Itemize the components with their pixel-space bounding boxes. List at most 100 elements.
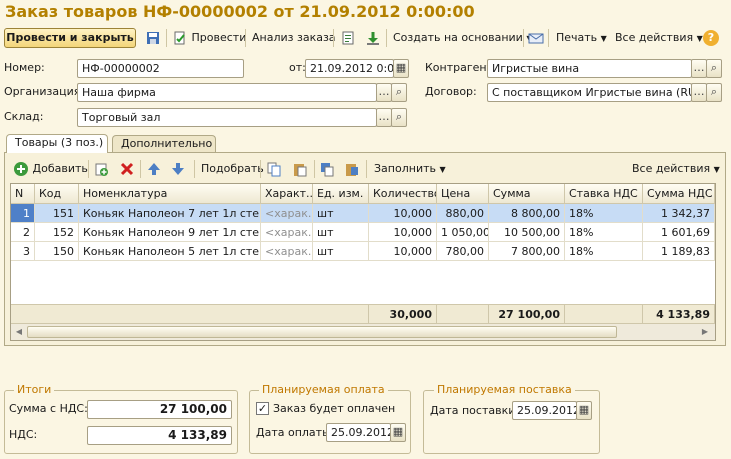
add-button-label: Добавить [32, 162, 88, 175]
fill-menu[interactable]: Заполнить ▼ [374, 159, 446, 179]
add-icon [14, 162, 28, 176]
col-header-item[interactable]: Номенклатура [79, 184, 261, 204]
report-icon[interactable] [340, 28, 356, 48]
cell-code: 150 [35, 242, 79, 261]
calendar-icon[interactable]: ▦ [576, 401, 592, 420]
add-button[interactable]: Добавить [13, 159, 88, 179]
contract-field[interactable]: С поставщиком Игристые вина (RUB), [487, 83, 692, 102]
delete-icon[interactable] [119, 159, 135, 179]
print-menu[interactable]: Печать ▼ [556, 28, 607, 48]
open-search-icon[interactable]: ⌕ [706, 59, 722, 78]
col-header-quantity[interactable]: Количество [369, 184, 437, 204]
organization-label: Организация: [4, 85, 85, 98]
paste-from-icon[interactable] [344, 159, 360, 179]
table-footer-blank [437, 304, 489, 323]
delivery-date-label: Дата поставки: [430, 404, 520, 417]
order-analysis-button[interactable]: Анализ заказа [252, 28, 336, 48]
tab-goods[interactable]: Товары (3 поз.) [6, 134, 108, 153]
scroll-right-icon[interactable]: ▶ [699, 326, 711, 338]
cell-vat-sum: 1 189,83 [643, 242, 715, 261]
date-field[interactable]: 21.09.2012 0:00:00 [305, 59, 394, 78]
fill-label: Заполнить [374, 162, 436, 175]
email-icon[interactable] [528, 28, 544, 48]
cell-characteristic: <харак... [261, 204, 313, 223]
select-ellipsis-icon[interactable]: … [691, 83, 707, 102]
paid-checkbox[interactable]: ✓ [256, 402, 269, 415]
open-search-icon[interactable]: ⌕ [706, 83, 722, 102]
help-icon[interactable]: ? [703, 30, 719, 46]
col-header-n[interactable]: N [11, 184, 35, 204]
row-number: 3 [11, 242, 35, 261]
cell-quantity: 10,000 [369, 223, 437, 242]
copy-row-icon[interactable] [93, 159, 109, 179]
paste-icon[interactable] [292, 159, 308, 179]
scroll-left-icon[interactable]: ◀ [13, 326, 25, 338]
cell-vat-sum: 1 601,69 [643, 223, 715, 242]
totals-title: Итоги [14, 383, 55, 397]
delivery-date-field[interactable]: 25.09.2012 [512, 401, 577, 420]
move-up-icon[interactable] [146, 159, 162, 179]
col-header-vat-sum[interactable]: Сумма НДС [643, 184, 715, 204]
select-ellipsis-icon[interactable]: … [376, 108, 392, 127]
goods-table[interactable]: N Код Номенклатура Характ... Ед. изм. Ко… [10, 183, 716, 341]
window-title: Заказ товаров НФ-00000002 от 21.09.2012 … [5, 2, 475, 21]
horizontal-scrollbar[interactable]: ◀ ▶ [11, 323, 715, 340]
cell-item: Коньяк Наполеон 5 лет 1л стекло [79, 242, 261, 261]
post-and-close-button[interactable]: Провести и закрыть [4, 28, 136, 48]
table-row[interactable]: 2 152 Коньяк Наполеон 9 лет 1л стекло <х… [11, 223, 715, 242]
save-icon[interactable] [145, 28, 161, 48]
date-label: от: [289, 61, 306, 74]
table-row[interactable]: 3 150 Коньяк Наполеон 5 лет 1л стекло <х… [11, 242, 715, 261]
pick-button[interactable]: Подобрать [201, 159, 264, 179]
col-header-sum[interactable]: Сумма [489, 184, 565, 204]
create-based-on-menu[interactable]: Создать на основании ▼ [393, 28, 533, 48]
select-ellipsis-icon[interactable]: … [691, 59, 707, 78]
col-header-code[interactable]: Код [35, 184, 79, 204]
cell-code: 151 [35, 204, 79, 223]
cell-vat-rate: 18% [565, 223, 643, 242]
create-based-on-label: Создать на основании [393, 31, 523, 44]
post-button[interactable]: Провести [172, 28, 246, 48]
calendar-icon[interactable]: ▦ [390, 423, 406, 442]
tab-additional[interactable]: Дополнительно [112, 135, 216, 153]
cell-sum: 7 800,00 [489, 242, 565, 261]
table-footer-blank [11, 304, 369, 323]
scrollbar-thumb[interactable] [27, 326, 617, 338]
post-button-label: Провести [191, 31, 247, 44]
cell-price: 1 050,00 [437, 223, 489, 242]
footer-quantity: 30,000 [369, 304, 437, 323]
cell-characteristic: <харак... [261, 242, 313, 261]
move-down-icon[interactable] [170, 159, 186, 179]
contractor-field[interactable]: Игристые вина [487, 59, 692, 78]
select-ellipsis-icon[interactable]: … [376, 83, 392, 102]
cell-characteristic: <харак... [261, 223, 313, 242]
number-field[interactable]: НФ-00000002 [77, 59, 244, 78]
chevron-down-icon: ▼ [600, 34, 607, 43]
col-header-characteristic[interactable]: Характ... [261, 184, 313, 204]
row-number: 1 [11, 204, 35, 223]
table-row[interactable]: 1 151 Коньяк Наполеон 7 лет 1л стекло <х… [11, 204, 715, 223]
payment-date-field[interactable]: 25.09.2012 [326, 423, 391, 442]
chevron-down-icon: ▼ [713, 165, 720, 174]
col-header-price[interactable]: Цена [437, 184, 489, 204]
calendar-icon[interactable]: ▦ [393, 59, 409, 78]
cell-code: 152 [35, 223, 79, 242]
open-search-icon[interactable]: ⌕ [391, 108, 407, 127]
delivery-group [423, 390, 600, 454]
col-header-vat-rate[interactable]: Ставка НДС [565, 184, 643, 204]
copy-to-icon[interactable] [319, 159, 335, 179]
number-label: Номер: [4, 61, 45, 74]
copy-icon[interactable] [266, 159, 282, 179]
organization-field[interactable]: Наша фирма [77, 83, 377, 102]
row-number: 2 [11, 223, 35, 242]
warehouse-field[interactable]: Торговый зал [77, 108, 377, 127]
all-actions-label: Все действия [615, 31, 694, 44]
col-header-unit[interactable]: Ед. изм. [313, 184, 369, 204]
cell-vat-rate: 18% [565, 204, 643, 223]
download-icon[interactable] [365, 28, 381, 48]
all-actions-menu[interactable]: Все действия ▼ [615, 28, 703, 48]
open-search-icon[interactable]: ⌕ [391, 83, 407, 102]
table-footer-blank [565, 304, 643, 323]
paid-checkbox-label: Заказ будет оплачен [273, 402, 396, 415]
grid-all-actions-menu[interactable]: Все действия ▼ [632, 159, 720, 179]
